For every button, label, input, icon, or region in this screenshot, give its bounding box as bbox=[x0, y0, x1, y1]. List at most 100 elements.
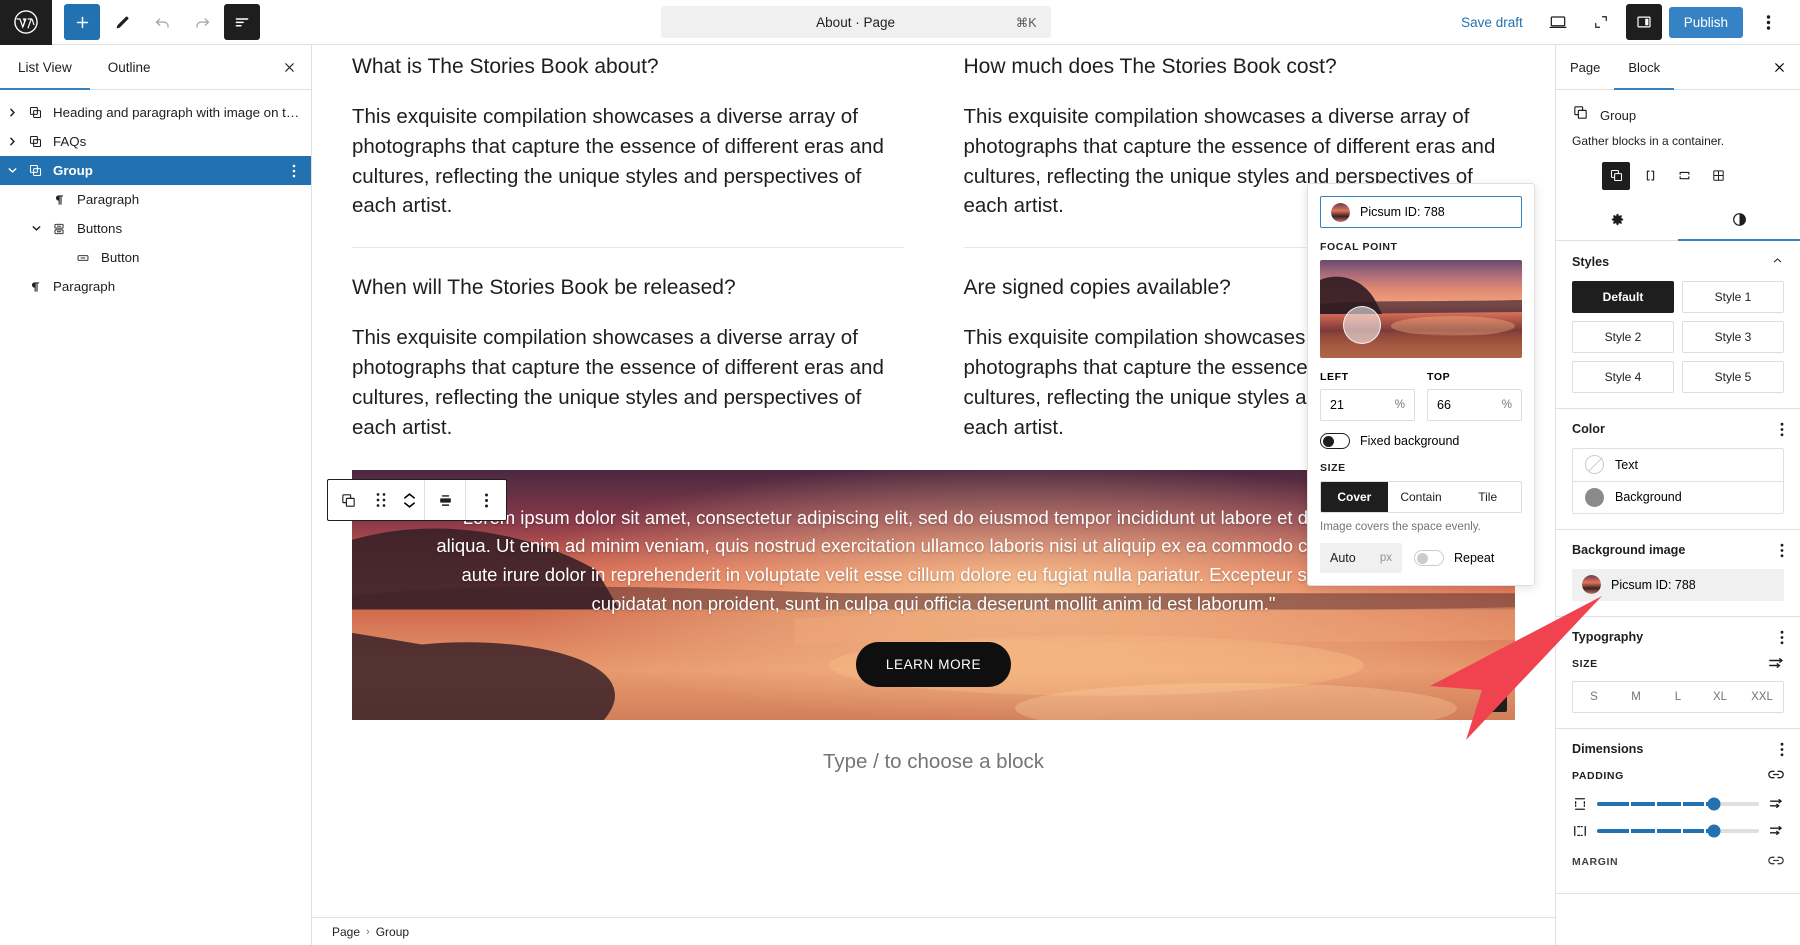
kebab-vertical-icon[interactable] bbox=[283, 164, 305, 178]
block-appender-plus-icon[interactable]: + bbox=[1483, 688, 1507, 713]
padding-horizontal-slider[interactable] bbox=[1597, 824, 1759, 838]
chevron-up-down-icon[interactable] bbox=[394, 480, 424, 520]
faq-heading: When will The Stories Book be released? bbox=[352, 276, 736, 300]
style-option-style-3[interactable]: Style 3 bbox=[1682, 320, 1784, 353]
style-option-style-2[interactable]: Style 2 bbox=[1572, 320, 1674, 353]
list-view-item-button[interactable]: Button bbox=[0, 243, 311, 272]
fixed-background-toggle[interactable] bbox=[1320, 433, 1350, 449]
focal-left-input[interactable]: 21 % bbox=[1320, 389, 1415, 421]
chevron-right-icon[interactable] bbox=[0, 137, 24, 146]
align-center-icon[interactable] bbox=[425, 480, 465, 520]
tab-outline[interactable]: Outline bbox=[90, 45, 169, 89]
focal-left-col: LEFT 21 % bbox=[1320, 371, 1415, 421]
block-inserter-button[interactable] bbox=[64, 4, 100, 40]
background-color-swatch bbox=[1585, 487, 1604, 507]
sliders-icon[interactable] bbox=[1769, 656, 1784, 673]
background-image-media-button[interactable]: Picsum ID: 788 bbox=[1572, 568, 1784, 601]
focal-top-input[interactable]: 66 % bbox=[1427, 389, 1522, 421]
faq-item[interactable]: What is The Stories Book about? This exq… bbox=[352, 53, 904, 249]
group-variation-stack[interactable] bbox=[1670, 162, 1698, 190]
list-view-item-heading-and-paragraph-with-image-on-t[interactable]: Heading and paragraph with image on t… bbox=[0, 98, 311, 127]
group-variation-row[interactable] bbox=[1636, 162, 1664, 190]
repeat-label: Repeat bbox=[1454, 551, 1495, 565]
padding-vertical-options-icon[interactable] bbox=[1768, 797, 1784, 810]
list-view-item-label: FAQs bbox=[53, 134, 87, 149]
drag-dots-icon[interactable] bbox=[368, 480, 394, 520]
kebab-vertical-icon[interactable] bbox=[1780, 742, 1784, 757]
expand-icon[interactable] bbox=[1583, 4, 1619, 40]
publish-button[interactable]: Publish bbox=[1668, 6, 1743, 38]
close-icon[interactable] bbox=[267, 45, 311, 89]
kebab-vertical-icon[interactable] bbox=[1780, 422, 1784, 437]
repeat-toggle-row[interactable]: Repeat bbox=[1414, 550, 1494, 566]
undo-button[interactable] bbox=[144, 4, 180, 40]
tab-list-view[interactable]: List View bbox=[0, 45, 90, 90]
chevron-right-icon[interactable] bbox=[0, 108, 24, 117]
background-size-tile[interactable]: Tile bbox=[1454, 482, 1521, 512]
focal-point-handle[interactable] bbox=[1343, 305, 1382, 344]
wordpress-logo-icon[interactable] bbox=[0, 0, 52, 45]
style-option-style-1[interactable]: Style 1 bbox=[1682, 280, 1784, 313]
chevron-down-icon[interactable] bbox=[24, 224, 48, 233]
kebab-vertical-icon[interactable] bbox=[1750, 4, 1786, 40]
background-size-input[interactable]: Auto px bbox=[1320, 543, 1402, 573]
font-size-s[interactable]: S bbox=[1573, 682, 1615, 712]
kebab-vertical-icon[interactable] bbox=[1780, 543, 1784, 558]
color-row-text[interactable]: Text bbox=[1573, 449, 1783, 481]
styles-tab-contrast-half-circle-icon[interactable] bbox=[1678, 200, 1800, 241]
repeat-toggle[interactable] bbox=[1414, 550, 1444, 566]
padding-horizontal-options-icon[interactable] bbox=[1768, 824, 1784, 837]
list-view-item-paragraph[interactable]: Paragraph bbox=[0, 272, 311, 301]
list-view-item-paragraph[interactable]: Paragraph bbox=[0, 185, 311, 214]
preview-desktop-icon[interactable] bbox=[1540, 4, 1576, 40]
save-draft-button[interactable]: Save draft bbox=[1451, 8, 1533, 37]
background-size-cover[interactable]: Cover bbox=[1321, 482, 1388, 512]
command-center-button[interactable]: About · Page ⌘K bbox=[660, 6, 1051, 38]
breadcrumb-item-page[interactable]: Page bbox=[332, 925, 360, 939]
background-image-head: Background image bbox=[1572, 543, 1784, 558]
tools-edit-button[interactable] bbox=[104, 4, 140, 40]
group-block-icon[interactable] bbox=[328, 480, 368, 520]
focal-coordinates-row: LEFT 21 % TOP 66 % bbox=[1320, 371, 1522, 421]
style-option-style-5[interactable]: Style 5 bbox=[1682, 360, 1784, 393]
kebab-vertical-icon[interactable] bbox=[1780, 630, 1784, 645]
style-option-default[interactable]: Default bbox=[1572, 280, 1674, 313]
breadcrumb-item-group[interactable]: Group bbox=[376, 925, 409, 939]
background-size-contain[interactable]: Contain bbox=[1388, 482, 1455, 512]
padding-vertical-slider[interactable] bbox=[1597, 797, 1759, 811]
tab-page[interactable]: Page bbox=[1556, 45, 1614, 89]
color-row-label: Text bbox=[1615, 457, 1638, 472]
empty-block-placeholder[interactable]: Type / to choose a block bbox=[352, 750, 1515, 774]
typography-size-label-row: SIZE bbox=[1572, 656, 1784, 673]
list-view-item-buttons[interactable]: Buttons bbox=[0, 214, 311, 243]
list-view-toggle-button[interactable] bbox=[224, 4, 260, 40]
color-row-background[interactable]: Background bbox=[1573, 480, 1783, 513]
list-view-item-group[interactable]: Group bbox=[0, 156, 311, 185]
font-size-xxl[interactable]: XXL bbox=[1741, 682, 1783, 712]
font-size-l[interactable]: L bbox=[1657, 682, 1699, 712]
list-view-item-faqs[interactable]: FAQs bbox=[0, 127, 311, 156]
cover-quote-paragraph[interactable]: "Lorem ipsum dolor sit amet, consectetur… bbox=[434, 504, 1434, 619]
link-sides-icon[interactable] bbox=[1768, 854, 1784, 870]
editor-top-bar: About · Page ⌘K Save draft Publish bbox=[0, 0, 1800, 45]
group-variation-group[interactable] bbox=[1602, 161, 1630, 190]
chevron-down-icon[interactable] bbox=[0, 166, 24, 175]
kebab-vertical-icon[interactable] bbox=[466, 480, 506, 520]
popover-media-button[interactable]: Picsum ID: 788 bbox=[1320, 196, 1522, 228]
redo-button[interactable] bbox=[184, 4, 220, 40]
chevron-up-icon[interactable] bbox=[1771, 254, 1784, 270]
fixed-background-toggle-row[interactable]: Fixed background bbox=[1320, 433, 1522, 449]
faq-item[interactable]: When will The Stories Book be released? … bbox=[352, 274, 904, 468]
close-icon[interactable] bbox=[1758, 45, 1800, 89]
settings-sidebar-toggle-button[interactable] bbox=[1625, 4, 1662, 40]
style-option-style-4[interactable]: Style 4 bbox=[1572, 360, 1674, 393]
learn-more-button[interactable]: LEARN MORE bbox=[855, 642, 1012, 688]
font-size-xl[interactable]: XL bbox=[1699, 682, 1741, 712]
typography-section: Typography SIZE S M L XL XXL bbox=[1556, 617, 1800, 729]
font-size-m[interactable]: M bbox=[1615, 682, 1657, 712]
tab-block[interactable]: Block bbox=[1614, 45, 1674, 90]
focal-point-preview[interactable] bbox=[1320, 260, 1522, 358]
link-sides-icon[interactable] bbox=[1768, 768, 1784, 784]
settings-tab-gear-icon[interactable] bbox=[1556, 200, 1678, 240]
group-variation-grid[interactable] bbox=[1704, 162, 1732, 190]
